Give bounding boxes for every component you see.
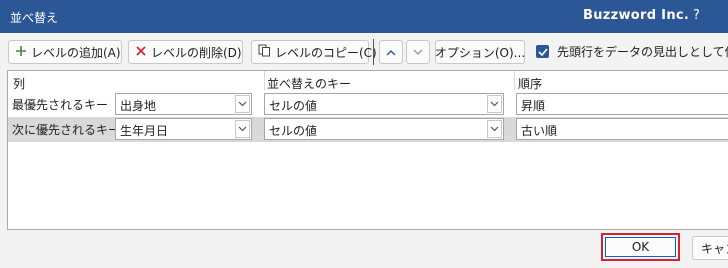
- options-label: オプション(O)...: [434, 45, 526, 60]
- copy-level-label: レベルのコピー(C): [275, 45, 377, 60]
- column-header-column: 列: [13, 77, 26, 91]
- delete-x-icon: [135, 45, 147, 60]
- column-header-order: 順序: [518, 77, 543, 91]
- header-row-option[interactable]: 先頭行をデータの見出しとして使用す: [536, 43, 728, 60]
- sort-key-select[interactable]: セルの値: [264, 118, 504, 140]
- delete-level-button[interactable]: レベルの削除(D): [128, 40, 243, 64]
- sort-levels-grid: 列 並べ替えのキー 順序 最優先されるキー 出身地 セルの値 昇順 次に優先され…: [7, 70, 728, 230]
- header-divider: [264, 71, 265, 90]
- move-down-button[interactable]: [406, 40, 430, 64]
- chevron-down-icon: [413, 45, 423, 59]
- column-select-value: 出身地: [120, 99, 157, 113]
- column-select-value: 生年月日: [120, 124, 169, 138]
- sort-level-label: 次に優先されるキー: [12, 123, 121, 137]
- sort-level-label: 最優先されるキー: [12, 98, 109, 112]
- sort-key-select-value: セルの値: [269, 99, 318, 113]
- chevron-down-icon: [487, 120, 502, 138]
- chevron-down-icon: [235, 120, 250, 138]
- column-header-sort-key: 並べ替えのキー: [267, 77, 352, 91]
- chevron-down-icon: [235, 95, 250, 113]
- cancel-button[interactable]: キャンセル: [692, 236, 728, 260]
- window-title: 並べ替え: [10, 11, 59, 25]
- sort-key-select[interactable]: セルの値: [264, 93, 504, 115]
- title-bar: 並べ替え Buzzword Inc. ?: [0, 0, 728, 33]
- sort-key-select-value: セルの値: [269, 124, 318, 138]
- header-row-checkbox-label: 先頭行をデータの見出しとして使用す: [557, 45, 728, 59]
- column-select[interactable]: 出身地: [115, 93, 252, 115]
- header-row-checkbox[interactable]: [536, 45, 549, 58]
- ok-button[interactable]: OK: [605, 237, 676, 257]
- add-level-label: レベルの追加(A): [31, 45, 121, 60]
- column-select[interactable]: 生年月日: [115, 118, 252, 140]
- chevron-up-icon: [386, 45, 396, 59]
- sort-level-row[interactable]: 最優先されるキー 出身地 セルの値 昇順: [8, 92, 728, 117]
- add-level-button[interactable]: レベルの追加(A): [8, 40, 122, 64]
- sort-level-row[interactable]: 次に優先されるキー 生年月日 セルの値 古い順: [8, 117, 728, 142]
- copy-level-button[interactable]: レベルのコピー(C): [251, 40, 377, 64]
- header-divider: [514, 71, 515, 90]
- ok-button-highlight: OK: [601, 233, 680, 261]
- plus-icon: [15, 45, 27, 60]
- order-select-value: 古い順: [521, 124, 558, 138]
- toolbar-separator: [373, 39, 374, 65]
- delete-level-label: レベルの削除(D): [151, 45, 242, 60]
- order-select[interactable]: 昇順: [516, 93, 728, 115]
- options-button[interactable]: オプション(O)...: [435, 40, 525, 64]
- move-up-button[interactable]: [379, 40, 403, 64]
- order-select[interactable]: 古い順: [516, 118, 728, 140]
- copy-icon: [258, 44, 271, 60]
- chevron-down-icon: [487, 95, 502, 113]
- brand-label: Buzzword Inc.: [583, 8, 690, 23]
- order-select-value: 昇順: [521, 99, 546, 113]
- help-button[interactable]: ?: [693, 8, 700, 23]
